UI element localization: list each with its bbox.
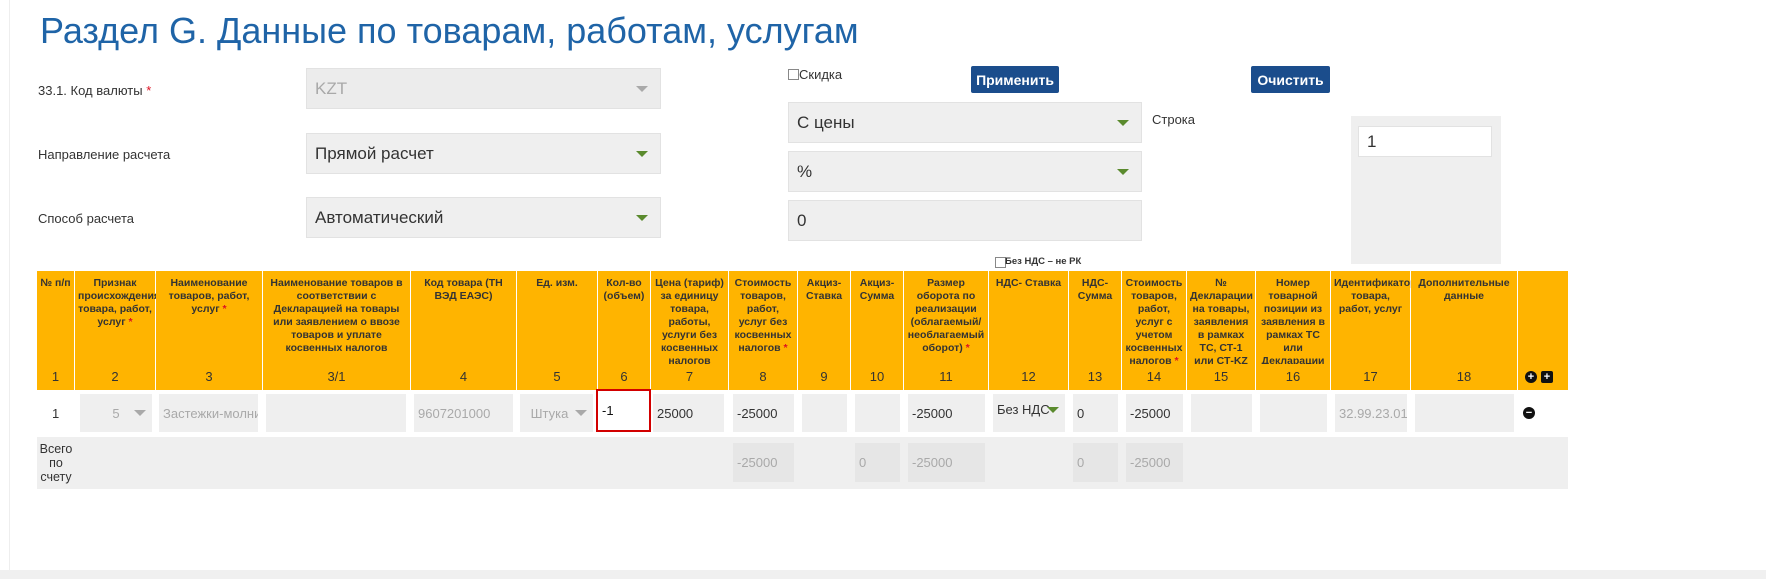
goods-name-field[interactable]: Застежки-молнии: [159, 394, 258, 432]
chevron-down-icon: [1117, 168, 1129, 175]
currency-select[interactable]: KZT: [306, 68, 661, 109]
currency-label: 33.1. Код валюты *: [38, 83, 152, 98]
col-header: Стоимость товаров, работ, услуг без косв…: [729, 271, 798, 372]
col-header: № Декларации на товары, заявления в рамк…: [1187, 271, 1256, 372]
col-header: Код товара (ТН ВЭД ЕАЭС): [411, 271, 517, 372]
chevron-down-icon: [636, 85, 648, 92]
clear-button[interactable]: Очистить: [1251, 66, 1330, 93]
col-header: Акциз-Сумма: [851, 271, 904, 372]
chevron-down-icon: [1047, 407, 1059, 413]
col-number: 4: [411, 364, 517, 390]
totals-row: [37, 437, 1568, 489]
col-number: 10: [851, 364, 904, 390]
chevron-down-icon: [575, 410, 587, 416]
no-vat-label: Без НДС – не РК: [1005, 256, 1082, 267]
col-number: 11: [904, 364, 989, 390]
origin-select[interactable]: 5: [80, 394, 152, 432]
declaration-number-field[interactable]: [1191, 394, 1252, 432]
additional-data-field[interactable]: [1415, 394, 1514, 432]
cost-with-tax-field[interactable]: -25000: [1126, 394, 1183, 432]
totals-label: Всего по счету: [39, 442, 73, 484]
col-number: 8: [729, 364, 798, 390]
total-turnover: -25000: [908, 443, 985, 482]
remove-row-icon[interactable]: −: [1523, 407, 1535, 419]
discount-label: Скидка: [799, 67, 843, 82]
add-item-icon[interactable]: +: [1541, 371, 1553, 383]
total-cost-with-tax: -25000: [1126, 443, 1183, 482]
col-number: 16: [1256, 364, 1331, 390]
page-bottom-band: [0, 570, 1766, 579]
col-header: Акциз-Ставка: [798, 271, 851, 372]
col-header: НДС-Сумма: [1069, 271, 1122, 372]
discount-checkbox[interactable]: [788, 69, 799, 80]
vat-sum-field[interactable]: 0: [1073, 394, 1118, 432]
declaration-name-field[interactable]: [266, 394, 406, 432]
col-header: Цена (тариф) за единицу товара, работы, …: [651, 271, 729, 372]
discount-amount-input[interactable]: 0: [788, 200, 1142, 241]
chevron-down-icon: [636, 214, 648, 221]
quantity-field[interactable]: -1: [596, 389, 651, 432]
direction-select[interactable]: Прямой расчет: [306, 133, 661, 174]
chevron-down-icon: [1117, 119, 1129, 126]
excise-rate-field[interactable]: [802, 394, 847, 432]
col-header: Признак происхождения товара, работ, усл…: [75, 271, 160, 372]
col-number: 9: [798, 364, 851, 390]
cost-no-tax-field[interactable]: -25000: [733, 394, 794, 432]
goods-code-field[interactable]: 9607201000: [414, 394, 513, 432]
total-excise-sum: 0: [855, 443, 900, 482]
col-number: 7: [651, 364, 729, 390]
chevron-down-icon: [636, 150, 648, 157]
direction-label: Направление расчета: [38, 147, 171, 162]
col-number: 18: [1411, 364, 1518, 390]
col-header: Дополнительные данные: [1411, 271, 1518, 372]
col-header: НДС- Ставка: [989, 271, 1069, 372]
row-input[interactable]: 1: [1358, 126, 1492, 157]
col-header: Номер товарной позиции из заявления в ра…: [1256, 271, 1331, 380]
col-number: 13: [1069, 364, 1122, 390]
col-header-actions: [1518, 271, 1568, 372]
page-title: Раздел G. Данные по товарам, работам, ус…: [40, 10, 859, 51]
col-header: Стоимость товаров, работ, услуг с учетом…: [1122, 271, 1187, 372]
method-select[interactable]: Автоматический: [306, 197, 661, 238]
col-number: 17: [1331, 364, 1411, 390]
method-label: Способ расчета: [38, 211, 135, 226]
total-cost-no-tax: -25000: [733, 443, 794, 482]
apply-button[interactable]: Применить: [971, 66, 1059, 93]
col-number: 3/1: [263, 364, 411, 390]
total-vat-sum: 0: [1073, 443, 1118, 482]
col-header: № п/п: [37, 271, 75, 372]
excise-sum-field[interactable]: [855, 394, 900, 432]
col-number: 1: [37, 364, 75, 390]
col-header: Кол-во (объем): [598, 271, 651, 372]
vat-rate-select[interactable]: Без НДС: [993, 394, 1065, 432]
col-header: Идентификатор товара, работ, услуг: [1331, 271, 1417, 372]
col-header: Наименование товаров в соответствии с Де…: [263, 271, 411, 372]
col-number: 3: [156, 364, 263, 390]
price-field[interactable]: 25000: [653, 394, 724, 432]
unit-select[interactable]: Штука: [520, 394, 593, 432]
identifier-field[interactable]: 32.99.23.01-9(: [1335, 394, 1407, 432]
col-number: 12: [989, 364, 1069, 390]
col-number: 2: [75, 364, 156, 390]
discount-unit-select[interactable]: %: [788, 151, 1142, 192]
col-header: Ед. изм.: [517, 271, 598, 372]
discount-base-select[interactable]: С цены: [788, 102, 1142, 143]
col-header: Размер оборота по реализации (облагаемый…: [904, 271, 989, 372]
chevron-down-icon: [134, 410, 146, 416]
col-number: 15: [1187, 364, 1256, 390]
col-number: 14: [1122, 364, 1187, 390]
col-header: Наименование товаров, работ, услуг *: [156, 271, 263, 372]
row-label: Строка: [1152, 112, 1196, 127]
col-number: 5: [517, 364, 598, 390]
row-index: 1: [52, 406, 60, 421]
col-number: 6: [598, 364, 651, 390]
position-number-field[interactable]: [1260, 394, 1327, 432]
add-row-icon[interactable]: +: [1525, 371, 1537, 383]
turnover-field[interactable]: -25000: [908, 394, 985, 432]
